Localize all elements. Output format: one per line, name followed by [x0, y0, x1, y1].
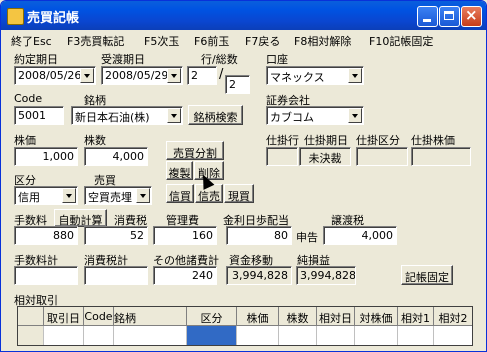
shikake-gyo-value: [266, 147, 298, 166]
junsoneki-value: 3,994,828: [296, 266, 356, 285]
code-input[interactable]: 5001: [14, 106, 64, 125]
menu-next[interactable]: F5次玉: [144, 33, 179, 49]
row-selector[interactable]: [18, 326, 44, 345]
grid-cell-selected[interactable]: [187, 326, 237, 345]
shikake-kijitsu-label: 仕掛期日: [304, 134, 348, 147]
main-window: 売買記帳 × 終了Esc F3売買転記 F5次玉 F6前玉 F7戻る F8相対解…: [0, 0, 487, 352]
menu-release[interactable]: F8相対解除: [294, 33, 351, 49]
shinkoku-label: 申告: [296, 231, 318, 244]
meigara-select[interactable]: 新日本石油(株): [71, 106, 183, 125]
kicho-kotei-button[interactable]: 記帳固定: [401, 265, 453, 285]
grid-header[interactable]: 相対日: [317, 307, 355, 325]
menu-bar: 終了Esc F3売買転記 F5次玉 F6前玉 F7戻る F8相対解除 F10記帳…: [1, 30, 486, 49]
grid-cell[interactable]: [317, 326, 355, 345]
yakujo-select[interactable]: 2008/05/26: [14, 66, 96, 85]
shikin-value: 3,994,828: [226, 266, 292, 285]
code-label: Code: [14, 92, 43, 105]
title-bar[interactable]: 売買記帳 ×: [1, 1, 486, 30]
kanrihi-input[interactable]: 160: [153, 226, 217, 245]
shohizeikei-input[interactable]: [84, 266, 148, 285]
grid-cell[interactable]: [237, 326, 279, 345]
grid-cell[interactable]: [114, 326, 187, 345]
grid-cell[interactable]: [398, 326, 434, 345]
kabusu-input[interactable]: 4,000: [84, 147, 148, 166]
menu-transfer[interactable]: F3売買転記: [67, 33, 124, 49]
close-button[interactable]: ×: [461, 6, 482, 27]
grid-header[interactable]: 対株価: [355, 307, 398, 325]
kinri-input[interactable]: 80: [226, 226, 292, 245]
app-icon: [7, 8, 24, 25]
gyo-input[interactable]: 2: [187, 66, 217, 85]
grid-header: [18, 307, 44, 325]
menu-back[interactable]: F7戻る: [245, 33, 280, 49]
gyo-label: 行/総数: [201, 53, 238, 66]
minimize-button[interactable]: [417, 6, 438, 27]
window-title: 売買記帳: [27, 11, 80, 26]
baibai-bunkatsu-button[interactable]: 売買分割: [166, 141, 224, 160]
grid-cell[interactable]: [44, 326, 84, 345]
jido-keisan-button[interactable]: 自動計算: [54, 209, 107, 227]
grid-header[interactable]: 相対2: [434, 307, 472, 325]
menu-fix[interactable]: F10記帳固定: [369, 33, 433, 49]
sonota-input[interactable]: 240: [153, 266, 217, 285]
grid-header[interactable]: 株価: [237, 307, 279, 325]
menu-prev[interactable]: F6前玉: [194, 33, 229, 49]
grid-header[interactable]: 取引日: [44, 307, 84, 325]
shikake-kabuka-label: 仕掛株価: [411, 134, 455, 147]
grid-header[interactable]: 相対1: [398, 307, 434, 325]
meigara-search-button[interactable]: 銘柄検索: [188, 105, 243, 125]
menu-exit[interactable]: 終了Esc: [11, 33, 52, 49]
kubun-select[interactable]: 信用: [14, 186, 78, 205]
fukusei-button[interactable]: 複製: [166, 161, 193, 180]
koza-select[interactable]: マネックス: [266, 66, 364, 85]
baibai-select[interactable]: 空買売埋: [84, 186, 152, 205]
sotai-grid[interactable]: 取引日 Code 銘柄 区分 株価 株数 相対日 対株価 相対1 相対2: [17, 306, 473, 346]
kabusu-label: 株数: [84, 134, 106, 147]
slash: /: [219, 67, 224, 82]
koza-label: 口座: [266, 53, 288, 66]
grid-cell[interactable]: [355, 326, 398, 345]
grid-cell[interactable]: [279, 326, 317, 345]
close-icon: ×: [465, 6, 478, 24]
genbai-button[interactable]: 現買: [224, 184, 254, 203]
shikake-kubun-label: 仕掛区分: [356, 134, 400, 147]
grid-cell[interactable]: [84, 326, 114, 345]
grid-cell[interactable]: [434, 326, 472, 345]
shikake-kubun-value: [356, 147, 408, 166]
kabuka-input[interactable]: 1,000: [14, 147, 78, 166]
grid-header[interactable]: 銘柄: [114, 307, 187, 325]
shikake-gyo-label: 仕掛行: [266, 134, 299, 147]
grid-header[interactable]: 株数: [279, 307, 317, 325]
tesuryokei-input[interactable]: [14, 266, 78, 285]
maximize-button[interactable]: [439, 6, 460, 27]
joto-input[interactable]: 4,000: [323, 226, 397, 245]
yakujo-label: 約定期日: [14, 53, 58, 66]
shikake-kijitsu-value: 未決裁: [299, 147, 351, 166]
shoken-select[interactable]: カブコム: [266, 106, 364, 125]
kabuka-label: 株価: [14, 134, 36, 147]
tesuryo-input[interactable]: 880: [14, 226, 78, 245]
grid-header[interactable]: 区分: [187, 307, 237, 325]
shikake-kabuka-value: [411, 147, 471, 166]
sosu-input[interactable]: 2: [225, 75, 250, 94]
shohizei-input[interactable]: 52: [84, 226, 148, 245]
grid-header[interactable]: Code: [84, 307, 114, 325]
ukewatashi-select[interactable]: 2008/05/29: [101, 66, 183, 85]
ukewatashi-label: 受渡期日: [101, 53, 145, 66]
shingai-button[interactable]: 信買: [166, 184, 194, 203]
